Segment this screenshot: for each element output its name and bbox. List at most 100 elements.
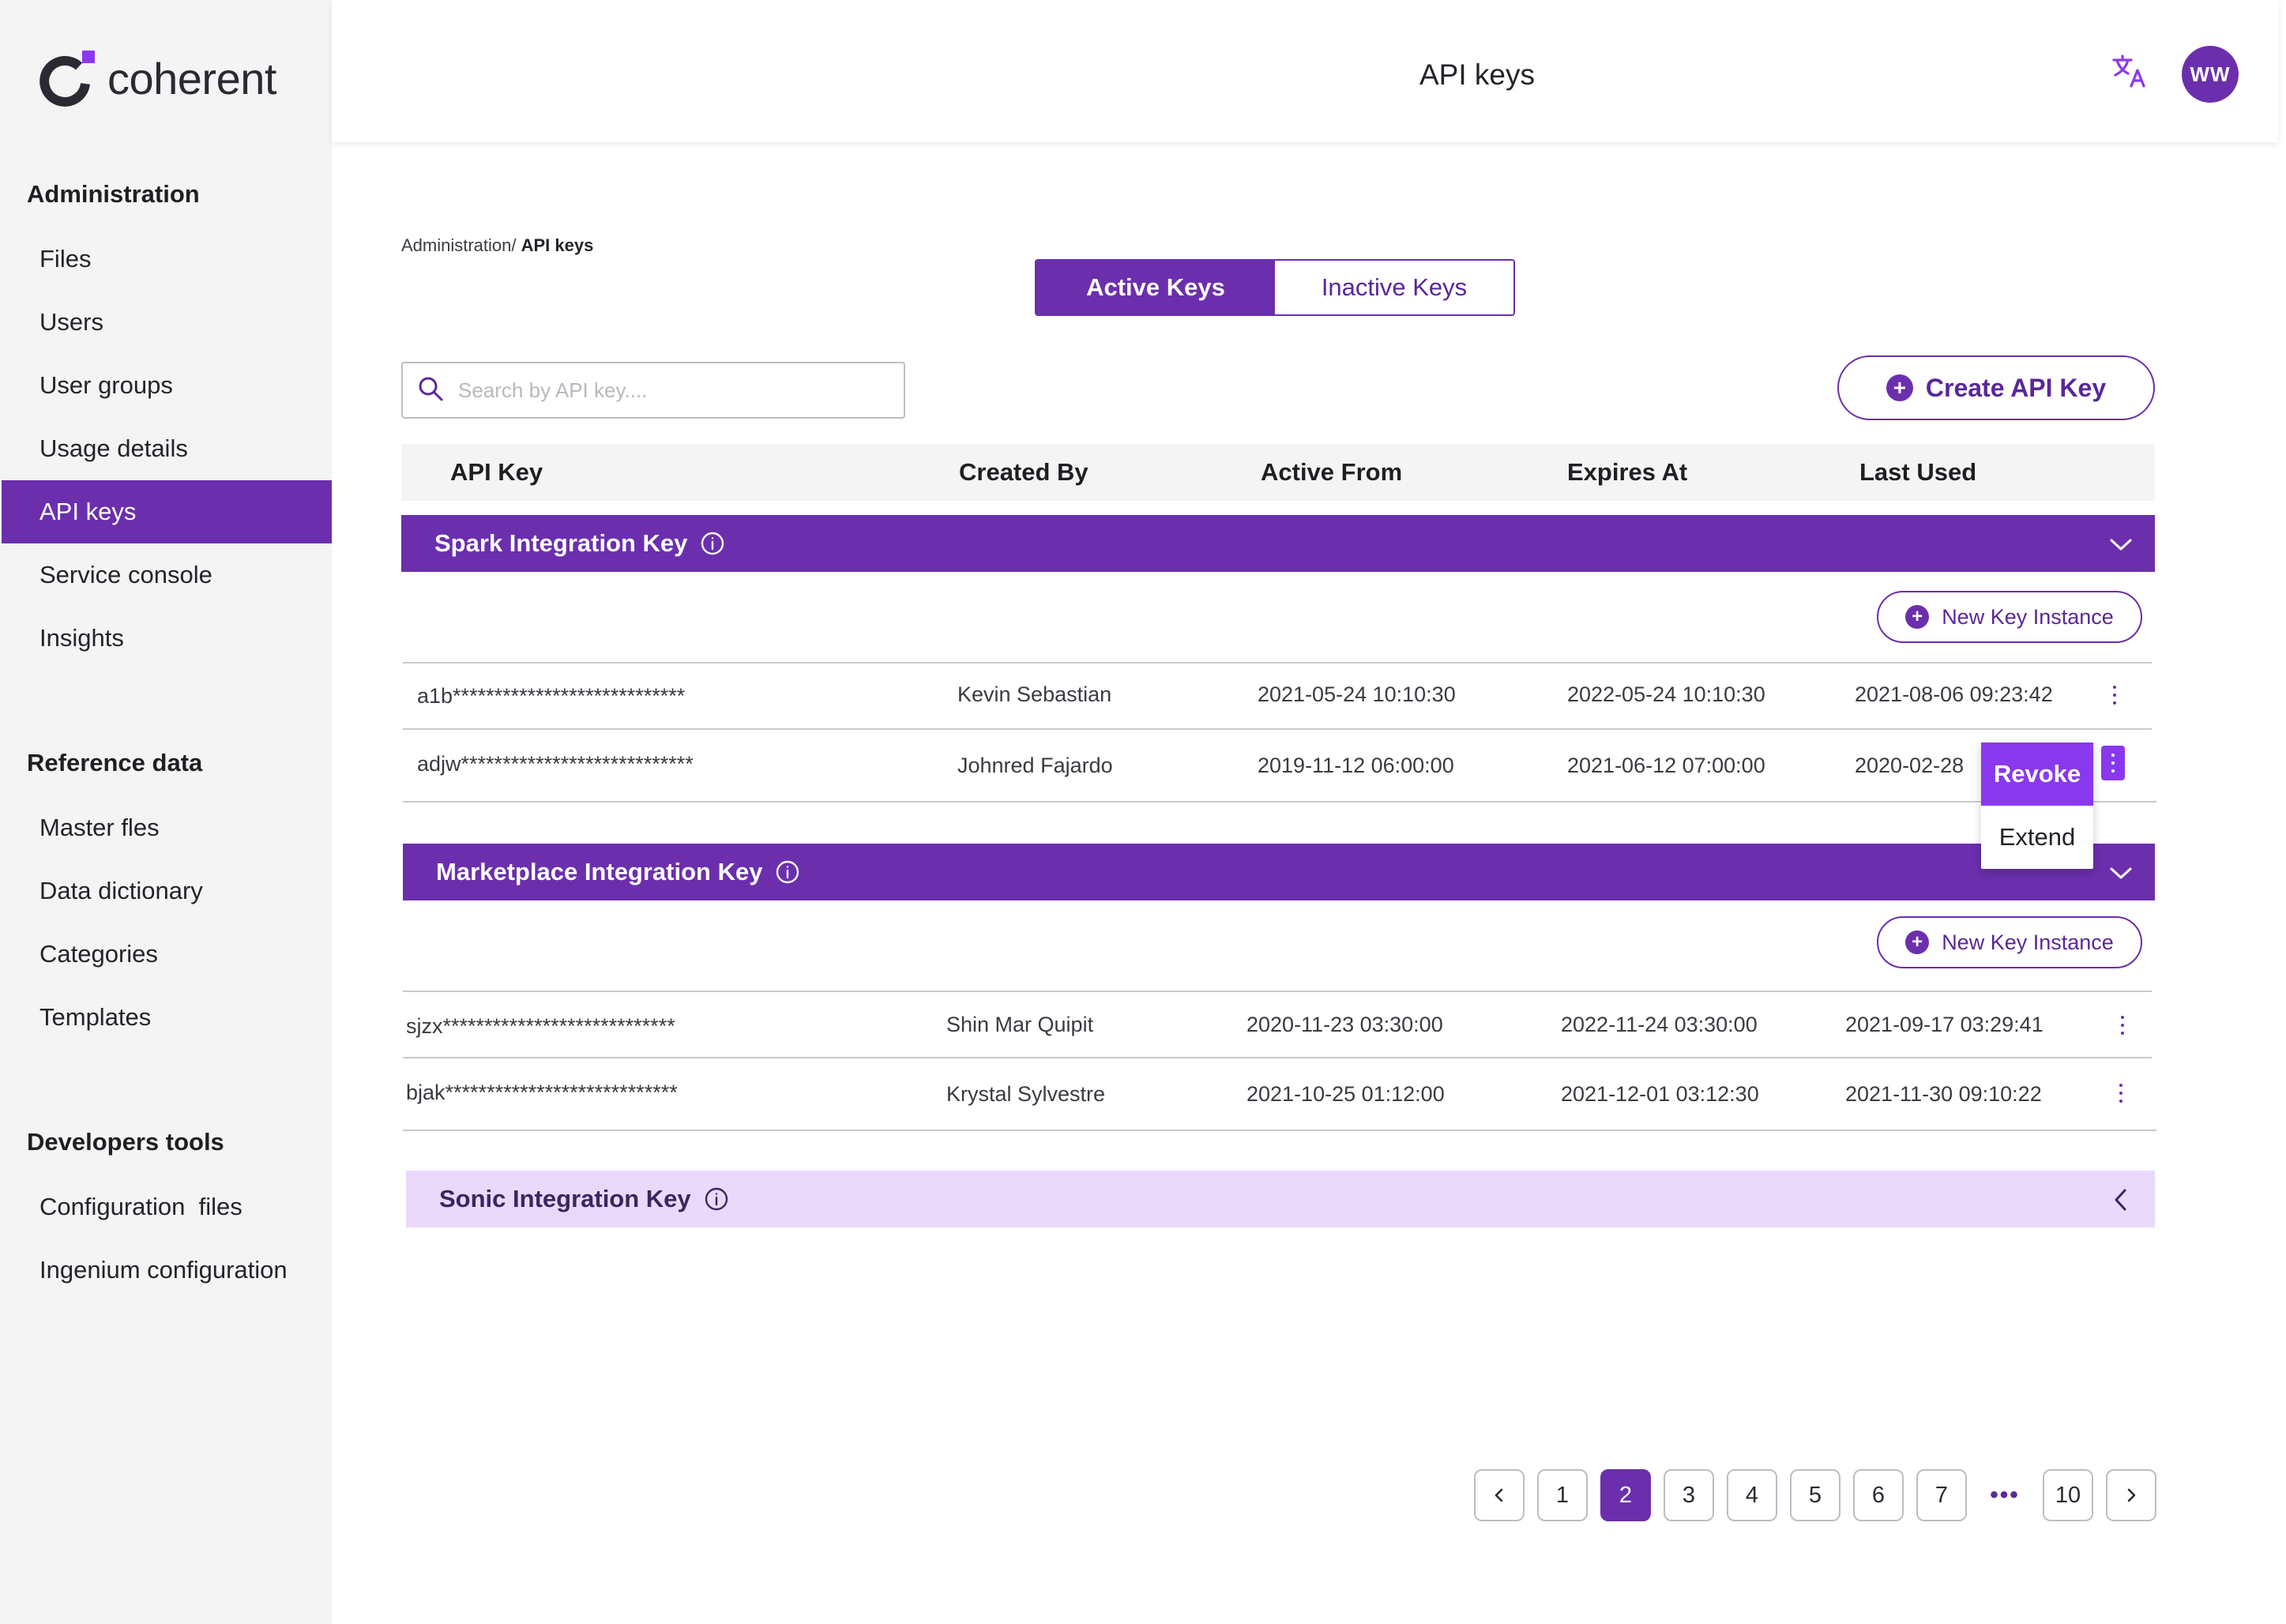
sidebar-item-service-console[interactable]: Service console: [2, 543, 332, 607]
row-actions-kebab-icon[interactable]: [2103, 678, 2126, 712]
chevron-left-icon: [1495, 1488, 1503, 1502]
sidebar-item-usage-details[interactable]: Usage details: [2, 417, 332, 480]
sidebar-item-ingenium-configuration[interactable]: Ingenium configuration: [2, 1239, 332, 1302]
breadcrumb-parent[interactable]: Administration: [401, 235, 511, 255]
row-divider: [403, 662, 2152, 664]
search-box: [401, 362, 905, 419]
user-avatar[interactable]: WW: [2182, 46, 2239, 103]
row-divider: [403, 991, 2152, 992]
page-button-2[interactable]: 2: [1600, 1469, 1651, 1521]
column-header-last-used: Last Used: [1859, 458, 1977, 486]
group-name: Sonic Integration Key: [439, 1185, 691, 1212]
brand-name: coherent: [107, 53, 276, 103]
column-header-created-by: Created By: [959, 458, 1088, 486]
next-page-button[interactable]: [2106, 1469, 2156, 1521]
row-actions-kebab-icon[interactable]: [2109, 1076, 2133, 1111]
column-header-api-key: API Key: [450, 458, 543, 486]
cell-active-from: 2019-11-12 06:00:00: [1258, 754, 1454, 777]
new-key-instance-button[interactable]: + New Key Instance: [1877, 916, 2142, 968]
cell-expires-at: 2022-05-24 10:10:30: [1567, 682, 1765, 706]
cell-last-used: 2021-11-30 09:10:22: [1845, 1082, 2042, 1106]
sidebar-item-files[interactable]: Files: [2, 227, 332, 291]
new-key-instance-label: New Key Instance: [1942, 930, 2114, 954]
group-name: Marketplace Integration Key: [436, 858, 763, 885]
group-header-sonic[interactable]: Sonic Integration Key: [406, 1171, 2155, 1227]
row-actions-menu: Revoke Extend: [1981, 742, 2093, 869]
page-button-10[interactable]: 10: [2043, 1469, 2093, 1521]
cell-expires-at: 2021-06-12 07:00:00: [1567, 754, 1765, 777]
prev-page-button[interactable]: [1474, 1469, 1525, 1521]
info-icon[interactable]: [700, 531, 725, 556]
tab-inactive-keys[interactable]: Inactive Keys: [1275, 261, 1513, 314]
cell-last-used: 2021-09-17 03:29:41: [1845, 1013, 2043, 1036]
row-actions-kebab-icon[interactable]: [2111, 1008, 2134, 1043]
cell-api-key: adjw****************************: [417, 752, 694, 776]
cell-last-used: 2020-02-28: [1855, 754, 1965, 777]
cell-expires-at: 2021-12-01 03:12:30: [1561, 1082, 1759, 1106]
info-icon[interactable]: [775, 859, 800, 885]
info-icon[interactable]: [704, 1186, 729, 1212]
sidebar-item-data-dictionary[interactable]: Data dictionary: [2, 859, 332, 923]
group-name: Spark Integration Key: [434, 529, 688, 557]
cell-created-by: Shin Mar Quipit: [946, 1013, 1094, 1036]
cell-active-from: 2021-05-24 10:10:30: [1258, 682, 1456, 706]
column-header-active-from: Active From: [1261, 458, 1403, 486]
new-key-instance-button[interactable]: + New Key Instance: [1877, 591, 2142, 643]
group-header-spark[interactable]: Spark Integration Key: [401, 515, 2155, 572]
create-api-key-button[interactable]: + Create API Key: [1837, 355, 2155, 420]
translate-icon[interactable]: [2111, 52, 2149, 90]
page-button-6[interactable]: 6: [1853, 1469, 1904, 1521]
plus-circle-icon: +: [1905, 605, 1930, 629]
breadcrumb-current: API keys: [521, 235, 594, 255]
coherent-logo-icon: [38, 49, 96, 107]
sidebar: coherent Administration Files Users User…: [0, 0, 332, 1624]
new-key-instance-label: New Key Instance: [1942, 604, 2114, 629]
group-header-marketplace[interactable]: Marketplace Integration Key: [403, 844, 2155, 900]
sidebar-item-users[interactable]: Users: [2, 291, 332, 354]
cell-expires-at: 2022-11-24 03:30:00: [1561, 1013, 1758, 1036]
search-icon: [417, 375, 444, 406]
page-button-4[interactable]: 4: [1727, 1469, 1777, 1521]
key-status-tabs: Active Keys Inactive Keys: [1035, 259, 1515, 316]
row-divider: [403, 1130, 2156, 1131]
cell-created-by: Krystal Sylvestre: [946, 1082, 1106, 1106]
sidebar-item-configuration-files[interactable]: Configuration files: [2, 1175, 332, 1239]
row-divider: [403, 728, 2152, 730]
sidebar-item-categories[interactable]: Categories: [2, 923, 332, 986]
column-header-expires-at: Expires At: [1567, 458, 1688, 486]
cell-api-key: sjzx****************************: [406, 1014, 675, 1038]
search-input[interactable]: [458, 378, 885, 403]
chevron-down-icon[interactable]: [2107, 531, 2134, 558]
sidebar-section-developers-tools: Developers tools: [27, 1128, 224, 1156]
sidebar-section-reference-data: Reference data: [27, 749, 203, 776]
sidebar-item-templates[interactable]: Templates: [2, 986, 332, 1049]
page-button-7[interactable]: 7: [1916, 1469, 1967, 1521]
sidebar-item-user-groups[interactable]: User groups: [2, 354, 332, 417]
row-divider: [403, 801, 2156, 803]
brand-logo[interactable]: coherent: [38, 49, 276, 107]
chevron-right-icon: [2127, 1488, 2136, 1502]
extend-menu-item[interactable]: Extend: [1981, 806, 2093, 869]
sidebar-section-administration: Administration: [27, 180, 200, 208]
row-actions-kebab-icon[interactable]: [2101, 746, 2125, 780]
page-button-1[interactable]: 1: [1537, 1469, 1588, 1521]
tab-active-keys[interactable]: Active Keys: [1036, 261, 1275, 314]
cell-created-by: Kevin Sebastian: [957, 682, 1112, 706]
cell-active-from: 2021-10-25 01:12:00: [1246, 1082, 1445, 1106]
top-header: API keys: [332, 0, 2278, 142]
breadcrumb-separator: /: [511, 235, 521, 255]
plus-circle-icon: +: [1886, 374, 1913, 401]
page-button-5[interactable]: 5: [1790, 1469, 1840, 1521]
breadcrumb: Administration/ API keys: [401, 235, 593, 256]
chevron-left-icon[interactable]: [2107, 1186, 2134, 1213]
cell-api-key: a1b****************************: [417, 684, 686, 708]
sidebar-item-api-keys[interactable]: API keys: [2, 480, 332, 543]
table-header: API Key Created By Active From Expires A…: [401, 444, 2155, 501]
page-button-3[interactable]: 3: [1664, 1469, 1714, 1521]
page-ellipsis: •••: [1990, 1482, 2020, 1508]
sidebar-item-master-files[interactable]: Master fles: [2, 796, 332, 859]
revoke-menu-item[interactable]: Revoke: [1981, 742, 2093, 806]
cell-created-by: Johnred Fajardo: [957, 754, 1113, 777]
chevron-down-icon[interactable]: [2107, 859, 2134, 886]
sidebar-item-insights[interactable]: Insights: [2, 607, 332, 670]
